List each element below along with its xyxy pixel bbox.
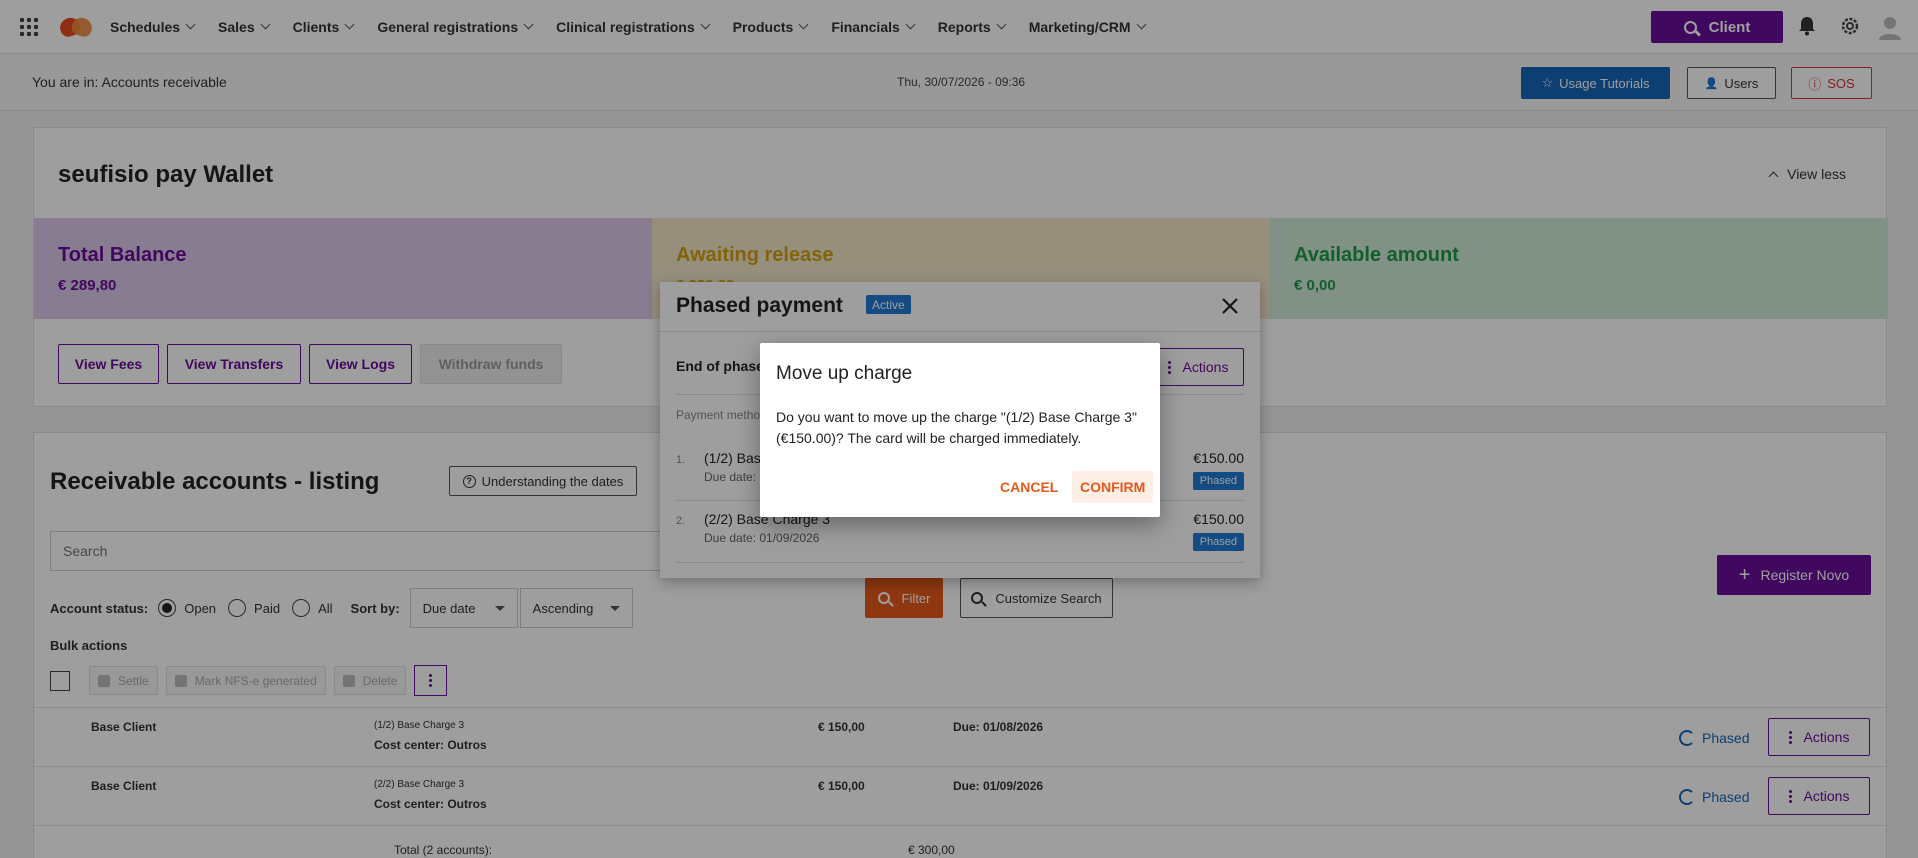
move-up-charge-dialog: Move up charge Do you want to move up th… bbox=[760, 343, 1160, 517]
dialog-message: Do you want to move up the charge "(1/2)… bbox=[776, 409, 1137, 446]
confirm-button[interactable]: CONFIRM bbox=[1072, 471, 1154, 503]
cancel-button[interactable]: CANCEL bbox=[992, 471, 1066, 503]
dialog-title: Move up charge bbox=[776, 363, 913, 384]
